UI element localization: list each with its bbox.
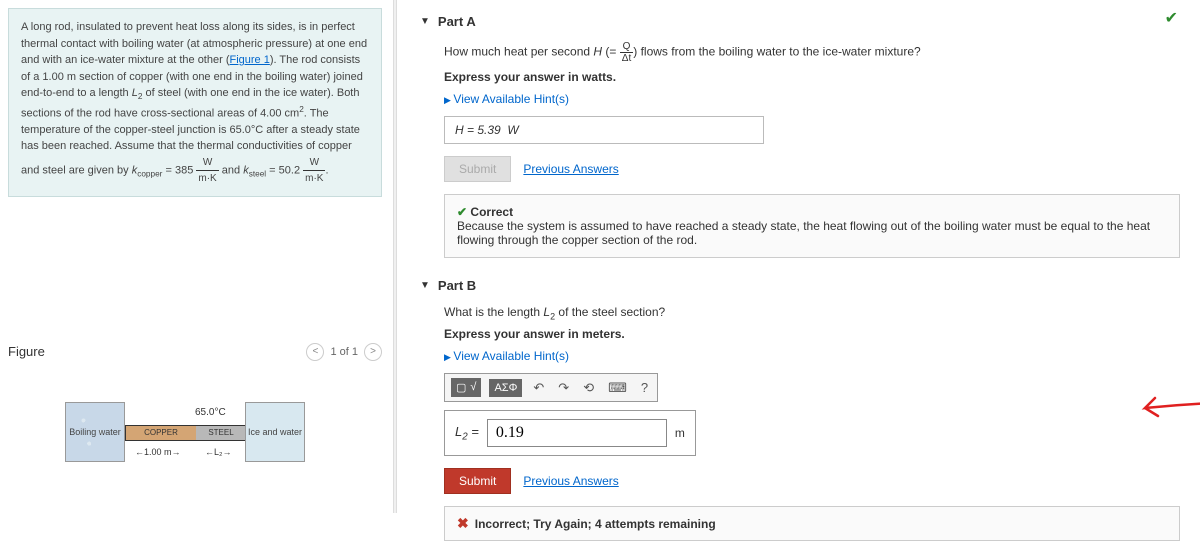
part-b-previous-answers-link[interactable]: Previous Answers (523, 474, 618, 488)
part-a-submit-button: Submit (444, 156, 511, 182)
part-b-feedback: ✖ Incorrect; Try Again; 4 attempts remai… (444, 506, 1180, 541)
keyboard-icon[interactable]: ⌨ (605, 380, 630, 396)
junction-temp: 65.0°C (195, 407, 226, 418)
redo-icon[interactable]: ↷ (555, 380, 572, 396)
boiling-water-label: Boiling water (65, 402, 125, 462)
ice-water-label: Ice and water (245, 402, 305, 462)
part-b-instruction: Express your answer in meters. (444, 327, 1180, 341)
incorrect-x-icon: ✖ (457, 515, 469, 532)
part-b-unit: m (675, 426, 685, 440)
check-icon: ✔ (1165, 8, 1178, 28)
reset-icon[interactable]: ⟲ (580, 380, 597, 396)
problem-statement: A long rod, insulated to prevent heat lo… (8, 8, 382, 197)
undo-icon[interactable]: ↶ (530, 380, 547, 396)
greek-button[interactable]: ΑΣΦ (489, 379, 522, 397)
part-b-answer-input[interactable] (487, 419, 667, 447)
part-b-question: What is the length L2 of the steel secti… (444, 305, 1180, 321)
part-b-answer-label: L2 = (455, 424, 479, 443)
part-a-previous-answers-link[interactable]: Previous Answers (523, 162, 618, 176)
sqrt-icon[interactable]: √ (470, 381, 476, 394)
part-b-hints-link[interactable]: View Available Hint(s) (444, 349, 569, 363)
copper-section: COPPER (126, 426, 196, 440)
figure-prev-button[interactable]: < (306, 343, 324, 361)
part-a-feedback: ✔ Correct Because the system is assumed … (444, 194, 1180, 258)
part-a-hints-link[interactable]: View Available Hint(s) (444, 92, 569, 106)
figure-title: Figure (8, 344, 45, 359)
column-divider[interactable] (393, 0, 397, 513)
figure-counter: 1 of 1 (330, 346, 358, 358)
part-a-instruction: Express your answer in watts. (444, 70, 1180, 84)
correct-check-icon: ✔ (457, 205, 467, 219)
caret-down-icon: ▼ (420, 280, 430, 291)
steel-length: ←L₂→ (205, 447, 232, 457)
part-a-header[interactable]: ▼ Part A (420, 8, 1180, 35)
part-a-question: How much heat per second H (= QΔt) flows… (444, 41, 1180, 64)
figure-next-button[interactable]: > (364, 343, 382, 361)
part-a-answer-display: H = 5.39 W (444, 116, 764, 144)
template-icon[interactable]: ▢ (456, 381, 466, 394)
copper-length: ←1.00 m→ (135, 447, 181, 457)
steel-section: STEEL (196, 426, 246, 440)
part-b-header[interactable]: ▼ Part B (420, 272, 1180, 299)
help-icon[interactable]: ? (638, 380, 651, 395)
figure-link[interactable]: Figure 1 (229, 54, 269, 66)
figure-diagram: Boiling water 65.0°C COPPER STEEL Ice an… (8, 387, 382, 477)
caret-down-icon: ▼ (420, 16, 430, 27)
part-b-submit-button[interactable]: Submit (444, 468, 511, 494)
equation-toolbar: ▢ √ ΑΣΦ ↶ ↷ ⟲ ⌨ ? (444, 373, 658, 402)
